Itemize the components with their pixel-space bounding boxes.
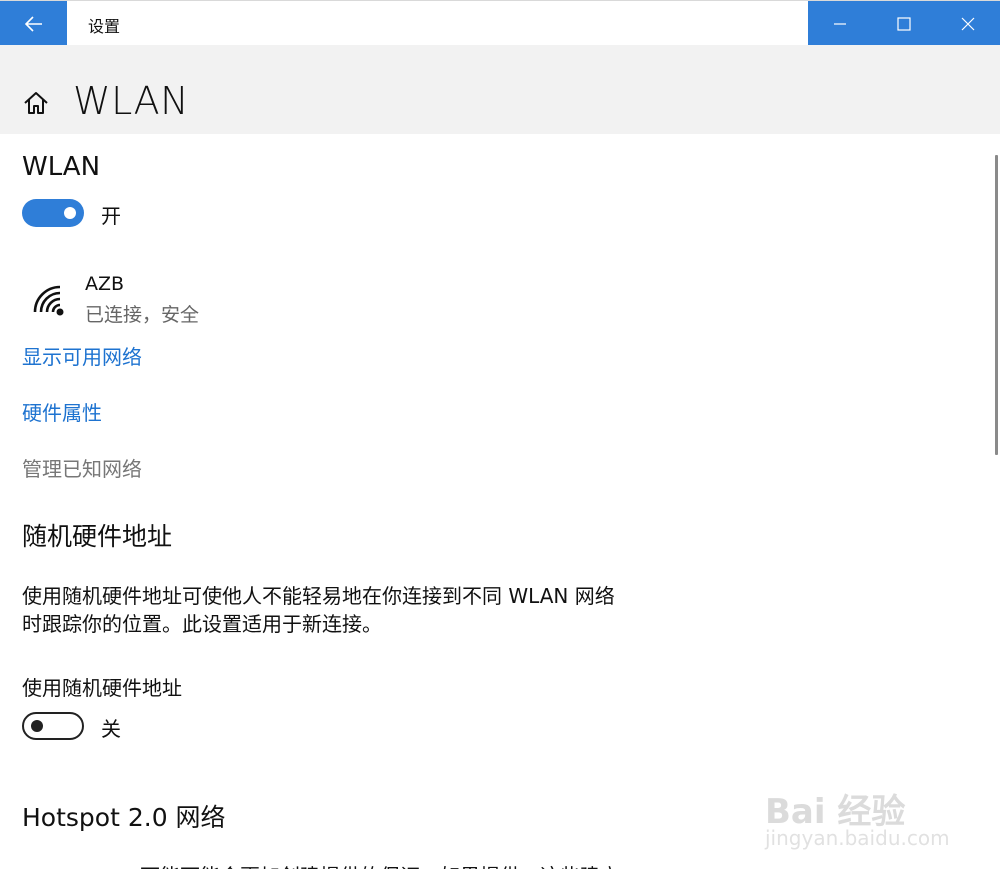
window-controls (808, 1, 1000, 46)
home-icon[interactable] (22, 89, 50, 117)
network-status: 已连接，安全 (85, 304, 200, 326)
random-mac-section-title: 随机硬件地址 (22, 522, 173, 551)
hotspot-section-title: Hotspot 2.0 网络 (22, 803, 226, 832)
show-available-networks-link[interactable]: 显示可用网络 (22, 341, 142, 370)
close-icon (961, 17, 975, 30)
page-title: WLAN (73, 79, 190, 123)
connected-network[interactable]: AZB 已连接，安全 (22, 270, 322, 330)
random-mac-toggle[interactable] (22, 712, 84, 740)
watermark-url: jingyan.baidu.com (765, 826, 950, 850)
minimize-button[interactable] (808, 1, 872, 46)
back-button[interactable] (0, 1, 67, 46)
close-button[interactable] (936, 1, 1000, 46)
baidu-watermark: Bai 经验 jingyan.baidu.com (765, 760, 965, 860)
manage-known-networks-link[interactable]: 管理已知网络 (22, 453, 142, 482)
title-bar: 设置 (0, 0, 1000, 46)
back-arrow-icon (24, 15, 42, 32)
random-mac-toggle-label: 关 (101, 717, 121, 741)
page-header: WLAN (0, 45, 1000, 134)
toggle-knob (64, 207, 76, 219)
app-title: 设置 (88, 17, 121, 36)
hotspot-description-cutoff: 可能可能会更加创建提供的保证，如果提供，这些建立 (140, 860, 620, 869)
maximize-button[interactable] (872, 1, 936, 46)
wlan-section-title: WLAN (22, 152, 101, 182)
description-line-1: 使用随机硬件地址可使他人不能轻易地在你连接到不同 WLAN 网络 (22, 584, 615, 608)
toggle-knob (31, 720, 43, 732)
random-mac-description: 使用随机硬件地址可使他人不能轻易地在你连接到不同 WLAN 网络 时跟踪你的位置… (22, 582, 662, 638)
hardware-properties-link[interactable]: 硬件属性 (22, 397, 102, 426)
random-mac-setting-label: 使用随机硬件地址 (22, 676, 182, 700)
wlan-toggle-label: 开 (101, 204, 121, 228)
minimize-icon (834, 22, 846, 25)
wifi-signal-icon (33, 285, 64, 316)
scrollbar[interactable] (995, 155, 998, 455)
wlan-toggle[interactable] (22, 199, 84, 227)
network-name: AZB (85, 273, 125, 295)
description-line-2: 时跟踪你的位置。此设置适用于新连接。 (22, 612, 382, 636)
maximize-icon (897, 16, 911, 31)
